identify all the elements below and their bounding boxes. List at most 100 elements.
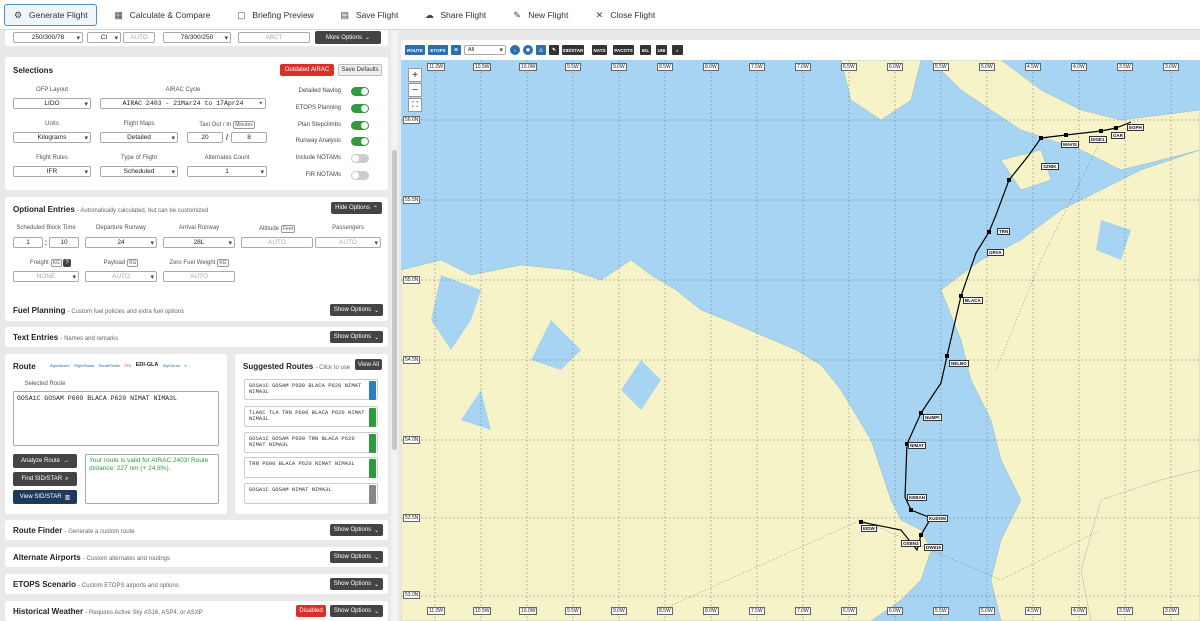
map-route-button[interactable]: ROUTE bbox=[405, 45, 425, 55]
airac-cycle-select[interactable]: AIRAC 2403 - 21Mar24 to 17Apr24 bbox=[100, 98, 266, 109]
provider-logo[interactable]: FPL bbox=[124, 363, 131, 368]
waypoint-label[interactable]: KEBAH bbox=[907, 494, 928, 501]
map-etops-button[interactable]: ETOPS bbox=[428, 45, 448, 55]
map-uni-button[interactable]: UNI bbox=[656, 45, 667, 55]
provider-logo[interactable]: FlightRadar bbox=[74, 363, 95, 368]
map-pen-button[interactable]: ✎ bbox=[549, 45, 559, 55]
close-flight-button[interactable]: ✕ Close Flight bbox=[585, 4, 664, 26]
provider-logo[interactable]: SkyVector bbox=[162, 363, 180, 368]
map-wind-button[interactable]: ≋ bbox=[451, 45, 461, 55]
departure-runway-select[interactable]: 24 bbox=[85, 237, 157, 248]
analyze-route-button[interactable]: Analyze Route → bbox=[13, 454, 77, 468]
save-flight-button[interactable]: ▤ Save Flight bbox=[331, 4, 408, 26]
zfw-input[interactable]: AUTO bbox=[163, 271, 235, 282]
alternates-count-select[interactable]: 1 bbox=[187, 166, 267, 177]
waypoint-label[interactable]: EIDW bbox=[861, 525, 877, 532]
freight-help-icon[interactable]: ? bbox=[63, 259, 71, 267]
flight-maps-select[interactable]: Detailed bbox=[100, 132, 178, 143]
scrollbar-thumb[interactable] bbox=[392, 150, 397, 450]
suggested-route-item[interactable]: GOSA1C GOSAM P600 BLACA P620 NIMAT NIMA3… bbox=[244, 379, 378, 400]
waypoint-label[interactable]: SZNIK bbox=[1041, 163, 1059, 170]
cost-index-select[interactable]: CI bbox=[87, 32, 121, 43]
view-all-button[interactable]: View All bbox=[355, 359, 382, 370]
detailed-navlog-toggle[interactable] bbox=[351, 87, 369, 96]
outdated-airac-badge[interactable]: Outdated AIRAC bbox=[280, 64, 334, 76]
fullscreen-button[interactable]: ⛶ bbox=[408, 98, 422, 112]
taxi-in-input[interactable]: 8 bbox=[231, 132, 267, 143]
include-notams-toggle[interactable] bbox=[351, 154, 369, 163]
waypoint-label[interactable]: GAR bbox=[1111, 132, 1125, 139]
suggested-route-item[interactable]: TRN P600 BLACA P620 NIMAT NIMA3L bbox=[244, 457, 378, 478]
calculate-compare-button[interactable]: ▦ Calculate & Compare bbox=[105, 4, 220, 26]
map-idl-button[interactable]: IDL bbox=[640, 45, 651, 55]
flight-rules-select[interactable]: IFR bbox=[13, 166, 91, 177]
etops-planning-toggle[interactable] bbox=[351, 104, 369, 113]
map-layer-select[interactable]: All bbox=[464, 45, 506, 55]
provider-logo[interactable]: e bbox=[184, 363, 186, 368]
waypoint-label[interactable]: BLACA bbox=[963, 297, 983, 304]
suggested-route-item[interactable]: GOSA1C GOSAM NIMAT NIMA3L bbox=[244, 483, 378, 504]
provider-logo[interactable]: flightAware bbox=[50, 363, 70, 368]
taxi-out-input[interactable]: 20 bbox=[187, 132, 223, 143]
waypoint-label[interactable]: TRN bbox=[997, 228, 1011, 235]
ofp-layout-select[interactable]: LIDO bbox=[13, 98, 91, 109]
freight-select[interactable]: NONE bbox=[13, 271, 79, 282]
hide-options-button[interactable]: Hide Options ⌃ bbox=[331, 202, 382, 214]
fuel-show-options-button[interactable]: Show Options ⌄ bbox=[330, 304, 383, 316]
extra-input[interactable]: ABCT bbox=[238, 32, 310, 43]
provider-logo[interactable]: EDI-GLA bbox=[136, 362, 159, 368]
descent-select[interactable]: 78/300/250 bbox=[163, 32, 231, 43]
text-show-options-button[interactable]: Show Options ⌄ bbox=[330, 331, 383, 343]
provider-logo[interactable]: RouteFinder bbox=[98, 363, 120, 368]
map-canvas[interactable] bbox=[401, 60, 1200, 621]
waypoint-label[interactable]: NELBO bbox=[949, 360, 969, 367]
left-panel-scrollbar[interactable] bbox=[391, 30, 398, 621]
zoom-out-button[interactable]: − bbox=[408, 83, 422, 97]
waypoint-label[interactable]: NIMAT bbox=[908, 442, 926, 449]
arrival-runway-select[interactable]: 28L bbox=[163, 237, 235, 248]
waypoint-label[interactable]: KUDOM bbox=[927, 515, 948, 522]
waypoint-label[interactable]: OSBN3 bbox=[901, 540, 921, 547]
find-sid-star-button[interactable]: Find SID/STAR ⌕ bbox=[13, 472, 77, 486]
alternates-show-options-button[interactable]: Show Options ⌄ bbox=[330, 551, 383, 563]
map-triangle-button[interactable]: △ bbox=[536, 45, 546, 55]
waypoint-label[interactable]: GRVA bbox=[987, 249, 1004, 256]
selected-route-textarea[interactable]: GOSA1C GOSAM P600 BLACA P620 NIMAT NIMA3… bbox=[13, 391, 219, 446]
share-flight-button[interactable]: ☁ Share Flight bbox=[415, 4, 495, 26]
waypoint-label[interactable]: DIGE1 bbox=[1089, 136, 1107, 143]
altitude-input[interactable]: AUTO bbox=[241, 237, 313, 248]
etops-show-options-button[interactable]: Show Options ⌄ bbox=[330, 578, 383, 590]
zoom-in-button[interactable]: + bbox=[408, 68, 422, 82]
save-defaults-button[interactable]: Save Defaults bbox=[338, 64, 382, 76]
suggested-route-item[interactable]: TLA6C TLA TRN P600 BLACA P620 NIMAT NIMA… bbox=[244, 406, 378, 427]
map-nats-button[interactable]: NATS bbox=[592, 45, 607, 55]
map-pacots-button[interactable]: PACOTS bbox=[613, 45, 634, 55]
map-circle-button[interactable]: ○ bbox=[510, 45, 520, 55]
generate-flight-button[interactable]: ⚙ Generate Flight bbox=[4, 3, 97, 26]
waypoint-label[interactable]: DW815 bbox=[924, 544, 944, 551]
units-select[interactable]: Kilograms bbox=[13, 132, 91, 143]
block-minutes-input[interactable]: 10 bbox=[49, 237, 79, 248]
plan-stepclimbs-toggle[interactable] bbox=[351, 121, 369, 130]
waypoint-label[interactable]: NUMPI bbox=[923, 414, 942, 421]
briefing-preview-button[interactable]: ▢ Briefing Preview bbox=[227, 4, 322, 26]
map-contrast-button[interactable]: ◐ bbox=[672, 45, 683, 55]
waypoint-label[interactable]: EGPH bbox=[1127, 124, 1144, 131]
suggested-route-item[interactable]: GOSA1C GOSAM P600 TRN BLACA P620 NIMAT N… bbox=[244, 432, 378, 453]
view-sid-star-button[interactable]: View SID/STAR ▥ bbox=[13, 490, 77, 504]
map-target-button[interactable]: ◉ bbox=[523, 45, 533, 55]
flight-type-select[interactable]: Scheduled bbox=[100, 166, 178, 177]
speed-select[interactable]: 250/300/78 bbox=[13, 32, 83, 43]
passengers-select[interactable]: AUTO bbox=[315, 237, 381, 248]
cost-index-input[interactable]: AUTO bbox=[123, 32, 155, 43]
runway-analysis-toggle[interactable] bbox=[351, 137, 369, 146]
block-hours-input[interactable]: 1 bbox=[13, 237, 43, 248]
more-options-button[interactable]: More Options ⌄ bbox=[315, 31, 381, 44]
fir-notams-toggle[interactable] bbox=[351, 171, 369, 180]
new-flight-button[interactable]: ✎ New Flight bbox=[503, 4, 577, 26]
weather-show-options-button[interactable]: Show Options ⌄ bbox=[330, 605, 383, 617]
payload-select[interactable]: AUTO bbox=[85, 271, 157, 282]
waypoint-label[interactable]: MAVIS bbox=[1061, 141, 1079, 148]
route-finder-show-options-button[interactable]: Show Options ⌄ bbox=[330, 524, 383, 536]
map-sidstar-button[interactable]: SID/STAR bbox=[562, 45, 584, 55]
